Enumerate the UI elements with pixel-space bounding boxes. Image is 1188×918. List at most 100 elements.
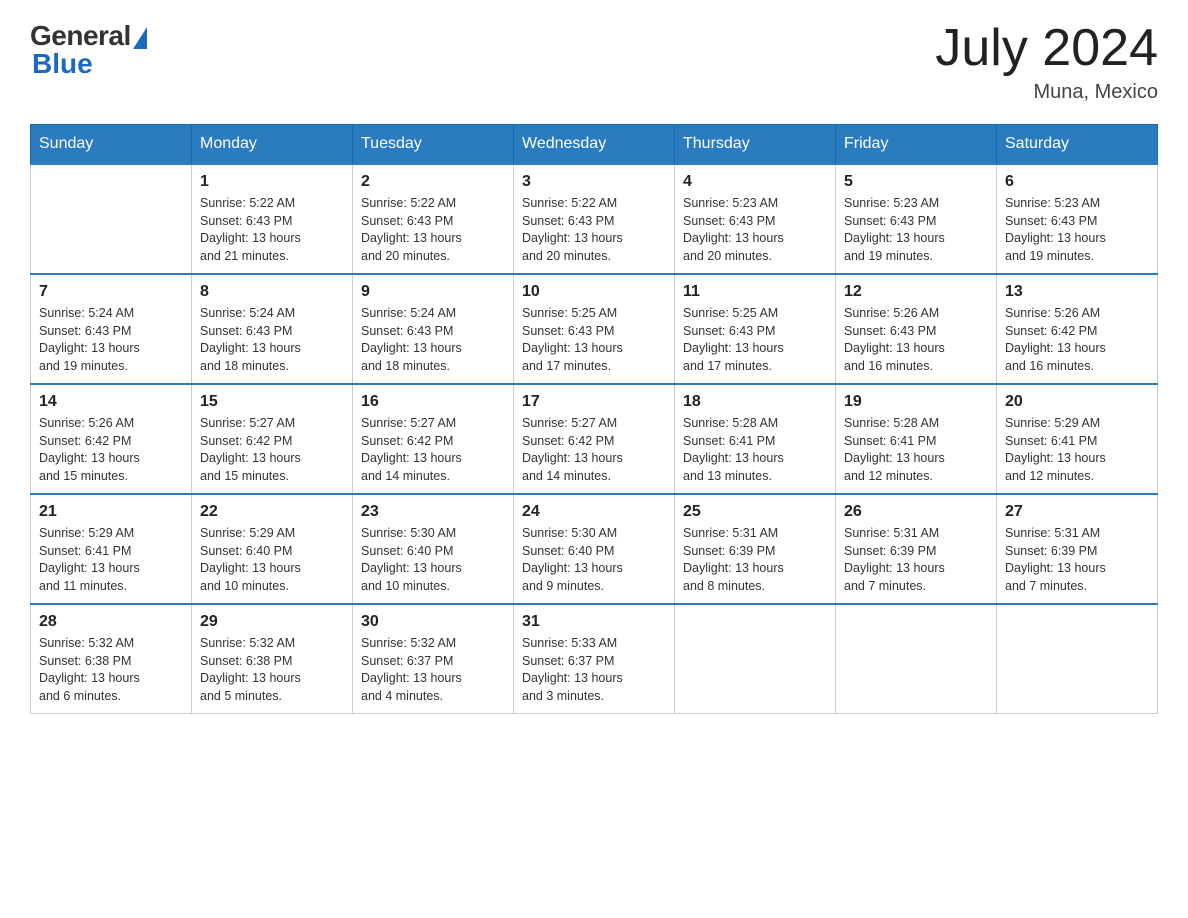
day-info: Sunrise: 5:30 AMSunset: 6:40 PMDaylight:… <box>361 525 505 595</box>
calendar-table: SundayMondayTuesdayWednesdayThursdayFrid… <box>30 124 1158 714</box>
day-info: Sunrise: 5:23 AMSunset: 6:43 PMDaylight:… <box>1005 195 1149 265</box>
calendar-cell: 5 Sunrise: 5:23 AMSunset: 6:43 PMDaylight… <box>836 164 997 274</box>
day-header-thursday: Thursday <box>675 125 836 165</box>
week-row-3: 14 Sunrise: 5:26 AMSunset: 6:42 PMDayligh… <box>31 384 1158 494</box>
calendar-cell: 22 Sunrise: 5:29 AMSunset: 6:40 PMDayligh… <box>192 494 353 604</box>
day-header-tuesday: Tuesday <box>353 125 514 165</box>
day-number: 31 <box>522 613 666 631</box>
day-info: Sunrise: 5:27 AMSunset: 6:42 PMDaylight:… <box>200 415 344 485</box>
calendar-cell: 9 Sunrise: 5:24 AMSunset: 6:43 PMDaylight… <box>353 274 514 384</box>
day-number: 8 <box>200 283 344 301</box>
day-info: Sunrise: 5:27 AMSunset: 6:42 PMDaylight:… <box>361 415 505 485</box>
calendar-cell: 3 Sunrise: 5:22 AMSunset: 6:43 PMDaylight… <box>514 164 675 274</box>
day-header-friday: Friday <box>836 125 997 165</box>
calendar-cell: 6 Sunrise: 5:23 AMSunset: 6:43 PMDaylight… <box>997 164 1158 274</box>
day-header-saturday: Saturday <box>997 125 1158 165</box>
calendar-cell: 12Sunrise: 5:26 AMSunset: 6:43 PMDayligh… <box>836 274 997 384</box>
day-info: Sunrise: 5:22 AMSunset: 6:43 PMDaylight:… <box>200 195 344 265</box>
day-number: 13 <box>1005 283 1149 301</box>
calendar-cell: 19Sunrise: 5:28 AMSunset: 6:41 PMDayligh… <box>836 384 997 494</box>
calendar-cell <box>836 604 997 714</box>
calendar-cell: 15Sunrise: 5:27 AMSunset: 6:42 PMDayligh… <box>192 384 353 494</box>
day-number: 27 <box>1005 503 1149 521</box>
day-number: 3 <box>522 173 666 191</box>
day-number: 26 <box>844 503 988 521</box>
logo-blue-text: Blue <box>32 48 93 80</box>
day-header-monday: Monday <box>192 125 353 165</box>
calendar-cell: 28 Sunrise: 5:32 AMSunset: 6:38 PMDayligh… <box>31 604 192 714</box>
day-info: Sunrise: 5:29 AMSunset: 6:41 PMDaylight:… <box>1005 415 1149 485</box>
calendar-cell: 20 Sunrise: 5:29 AMSunset: 6:41 PMDayligh… <box>997 384 1158 494</box>
day-info: Sunrise: 5:29 AMSunset: 6:40 PMDaylight:… <box>200 525 344 595</box>
calendar-cell: 21 Sunrise: 5:29 AMSunset: 6:41 PMDayligh… <box>31 494 192 604</box>
day-number: 6 <box>1005 173 1149 191</box>
day-number: 4 <box>683 173 827 191</box>
day-info: Sunrise: 5:26 AMSunset: 6:42 PMDaylight:… <box>1005 305 1149 375</box>
week-row-4: 21 Sunrise: 5:29 AMSunset: 6:41 PMDayligh… <box>31 494 1158 604</box>
day-number: 25 <box>683 503 827 521</box>
week-row-5: 28 Sunrise: 5:32 AMSunset: 6:38 PMDayligh… <box>31 604 1158 714</box>
day-info: Sunrise: 5:30 AMSunset: 6:40 PMDaylight:… <box>522 525 666 595</box>
calendar-cell: 11 Sunrise: 5:25 AMSunset: 6:43 PMDayligh… <box>675 274 836 384</box>
location-subtitle: Muna, Mexico <box>935 81 1158 104</box>
calendar-cell: 26Sunrise: 5:31 AMSunset: 6:39 PMDayligh… <box>836 494 997 604</box>
day-info: Sunrise: 5:32 AMSunset: 6:37 PMDaylight:… <box>361 635 505 705</box>
calendar-cell: 25Sunrise: 5:31 AMSunset: 6:39 PMDayligh… <box>675 494 836 604</box>
calendar-cell: 16 Sunrise: 5:27 AMSunset: 6:42 PMDayligh… <box>353 384 514 494</box>
day-number: 22 <box>200 503 344 521</box>
day-number: 28 <box>39 613 183 631</box>
day-info: Sunrise: 5:22 AMSunset: 6:43 PMDaylight:… <box>522 195 666 265</box>
day-info: Sunrise: 5:25 AMSunset: 6:43 PMDaylight:… <box>522 305 666 375</box>
day-info: Sunrise: 5:24 AMSunset: 6:43 PMDaylight:… <box>361 305 505 375</box>
day-number: 24 <box>522 503 666 521</box>
day-number: 9 <box>361 283 505 301</box>
logo-triangle-icon <box>133 27 147 49</box>
week-row-2: 7 Sunrise: 5:24 AMSunset: 6:43 PMDaylight… <box>31 274 1158 384</box>
day-number: 20 <box>1005 393 1149 411</box>
calendar-cell: 4Sunrise: 5:23 AMSunset: 6:43 PMDaylight… <box>675 164 836 274</box>
day-number: 14 <box>39 393 183 411</box>
title-section: July 2024 Muna, Mexico <box>935 20 1158 104</box>
day-number: 2 <box>361 173 505 191</box>
day-number: 29 <box>200 613 344 631</box>
calendar-cell: 13 Sunrise: 5:26 AMSunset: 6:42 PMDayligh… <box>997 274 1158 384</box>
day-info: Sunrise: 5:23 AMSunset: 6:43 PMDaylight:… <box>844 195 988 265</box>
day-info: Sunrise: 5:31 AMSunset: 6:39 PMDaylight:… <box>1005 525 1149 595</box>
day-header-wednesday: Wednesday <box>514 125 675 165</box>
day-info: Sunrise: 5:27 AMSunset: 6:42 PMDaylight:… <box>522 415 666 485</box>
day-info: Sunrise: 5:32 AMSunset: 6:38 PMDaylight:… <box>39 635 183 705</box>
day-number: 16 <box>361 393 505 411</box>
day-header-sunday: Sunday <box>31 125 192 165</box>
calendar-cell: 10Sunrise: 5:25 AMSunset: 6:43 PMDayligh… <box>514 274 675 384</box>
day-info: Sunrise: 5:26 AMSunset: 6:42 PMDaylight:… <box>39 415 183 485</box>
calendar-cell: 8 Sunrise: 5:24 AMSunset: 6:43 PMDaylight… <box>192 274 353 384</box>
calendar-cell: 14 Sunrise: 5:26 AMSunset: 6:42 PMDayligh… <box>31 384 192 494</box>
day-number: 11 <box>683 283 827 301</box>
day-info: Sunrise: 5:24 AMSunset: 6:43 PMDaylight:… <box>39 305 183 375</box>
week-row-1: 1 Sunrise: 5:22 AMSunset: 6:43 PMDaylight… <box>31 164 1158 274</box>
day-number: 21 <box>39 503 183 521</box>
calendar-cell: 31Sunrise: 5:33 AMSunset: 6:37 PMDayligh… <box>514 604 675 714</box>
day-number: 23 <box>361 503 505 521</box>
calendar-cell: 2 Sunrise: 5:22 AMSunset: 6:43 PMDaylight… <box>353 164 514 274</box>
page-header: General Blue July 2024 Muna, Mexico <box>30 20 1158 104</box>
day-info: Sunrise: 5:32 AMSunset: 6:38 PMDaylight:… <box>200 635 344 705</box>
calendar-cell: 1 Sunrise: 5:22 AMSunset: 6:43 PMDaylight… <box>192 164 353 274</box>
day-info: Sunrise: 5:26 AMSunset: 6:43 PMDaylight:… <box>844 305 988 375</box>
calendar-cell <box>675 604 836 714</box>
day-info: Sunrise: 5:25 AMSunset: 6:43 PMDaylight:… <box>683 305 827 375</box>
day-number: 19 <box>844 393 988 411</box>
calendar-cell: 23 Sunrise: 5:30 AMSunset: 6:40 PMDayligh… <box>353 494 514 604</box>
day-number: 5 <box>844 173 988 191</box>
day-number: 7 <box>39 283 183 301</box>
calendar-cell: 18Sunrise: 5:28 AMSunset: 6:41 PMDayligh… <box>675 384 836 494</box>
month-year-title: July 2024 <box>935 20 1158 77</box>
day-info: Sunrise: 5:29 AMSunset: 6:41 PMDaylight:… <box>39 525 183 595</box>
day-number: 1 <box>200 173 344 191</box>
day-info: Sunrise: 5:24 AMSunset: 6:43 PMDaylight:… <box>200 305 344 375</box>
day-info: Sunrise: 5:28 AMSunset: 6:41 PMDaylight:… <box>683 415 827 485</box>
day-number: 17 <box>522 393 666 411</box>
calendar-cell: 27 Sunrise: 5:31 AMSunset: 6:39 PMDayligh… <box>997 494 1158 604</box>
day-info: Sunrise: 5:22 AMSunset: 6:43 PMDaylight:… <box>361 195 505 265</box>
logo: General Blue <box>30 20 147 80</box>
